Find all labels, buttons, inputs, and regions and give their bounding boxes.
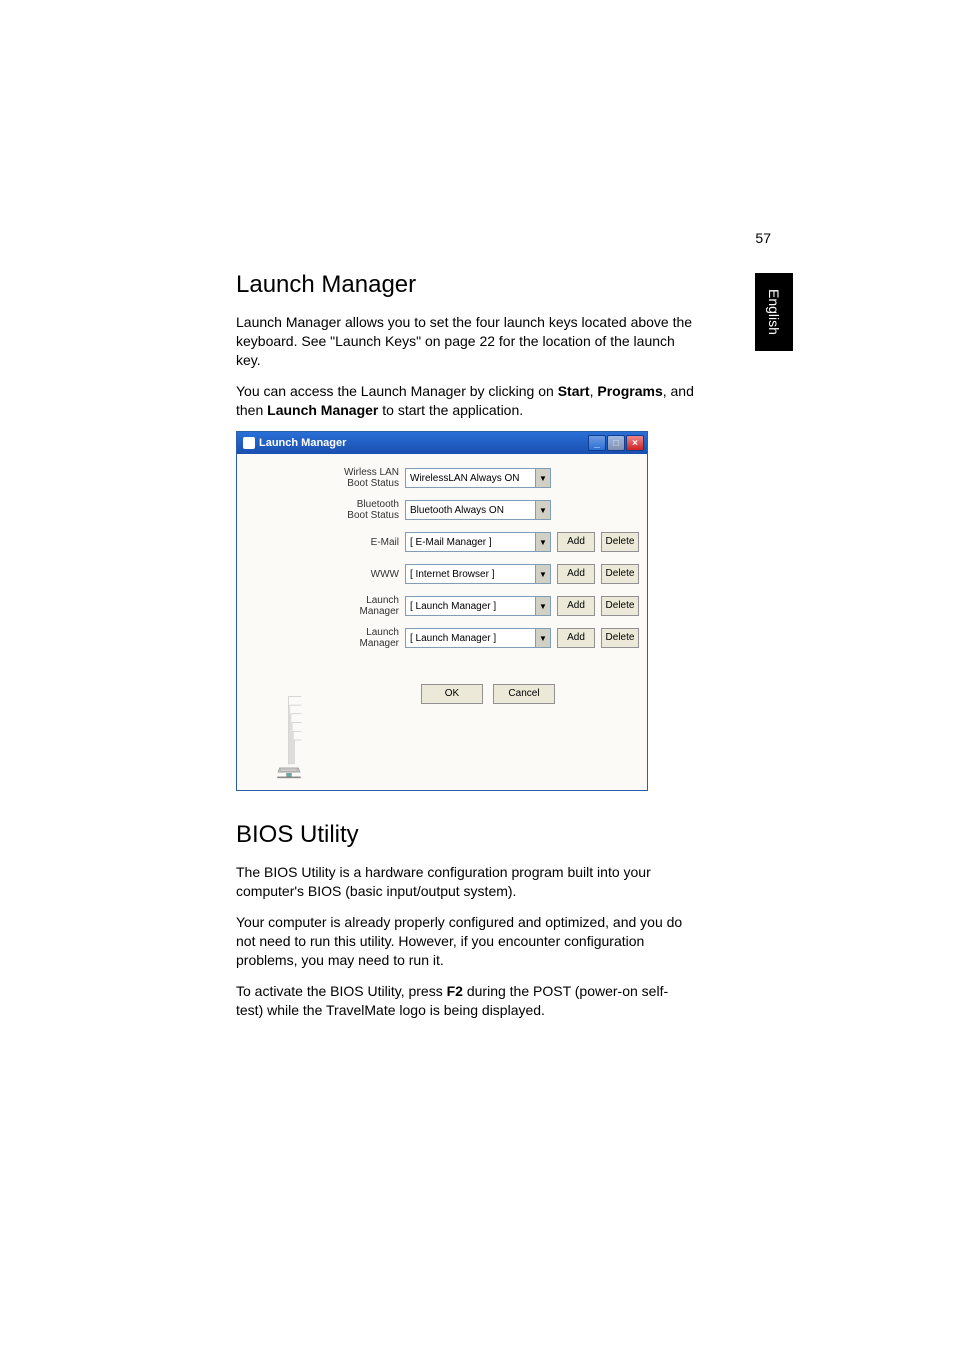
launch-manager-heading: Launch Manager xyxy=(236,271,694,299)
launch-2-combo[interactable]: [ Launch Manager ] ▼ xyxy=(405,628,551,648)
row-email: E-Mail [ E-Mail Manager ] ▼ Add Delete xyxy=(337,526,639,558)
bios-paragraph-3: To activate the BIOS Utility, press F2 d… xyxy=(236,982,694,1020)
chevron-down-icon: ▼ xyxy=(535,629,550,647)
launch-1-add-button[interactable]: Add xyxy=(557,596,595,616)
launch-1-combo[interactable]: [ Launch Manager ] ▼ xyxy=(405,596,551,616)
bios-utility-heading: BIOS Utility xyxy=(236,821,694,849)
minimize-icon: _ xyxy=(594,438,600,449)
combo-value: [ E-Mail Manager ] xyxy=(410,537,492,548)
window-title: Launch Manager xyxy=(243,437,346,449)
combo-value: WirelessLAN Always ON xyxy=(410,473,519,484)
bluetooth-combo[interactable]: Bluetooth Always ON ▼ xyxy=(405,500,551,520)
chevron-down-icon: ▼ xyxy=(535,565,550,583)
window-title-text: Launch Manager xyxy=(259,437,346,449)
app-icon xyxy=(243,437,255,449)
close-icon: × xyxy=(632,438,638,449)
launch-manager-text: Launch Manager xyxy=(267,402,378,418)
f2-key-text: F2 xyxy=(447,983,463,999)
www-combo[interactable]: [ Internet Browser ] ▼ xyxy=(405,564,551,584)
minimize-button[interactable]: _ xyxy=(588,435,606,451)
www-label: WWW xyxy=(337,569,399,580)
text: to start the application. xyxy=(378,402,523,418)
launch-manager-window: Launch Manager _ □ × xyxy=(236,431,648,791)
launch-manager-paragraph-1: Launch Manager allows you to set the fou… xyxy=(236,313,694,370)
wireless-lan-combo[interactable]: WirelessLAN Always ON ▼ xyxy=(405,468,551,488)
combo-value: Bluetooth Always ON xyxy=(410,505,504,516)
launch-1-delete-button[interactable]: Delete xyxy=(601,596,639,616)
laptop-illustration xyxy=(245,692,333,782)
email-delete-button[interactable]: Delete xyxy=(601,532,639,552)
maximize-button[interactable]: □ xyxy=(607,435,625,451)
chevron-down-icon: ▼ xyxy=(535,501,550,519)
close-button[interactable]: × xyxy=(626,435,644,451)
combo-value: [ Launch Manager ] xyxy=(410,601,496,612)
bios-paragraph-1: The BIOS Utility is a hardware configura… xyxy=(236,863,694,901)
row-www: WWW [ Internet Browser ] ▼ Add Delete xyxy=(337,558,639,590)
row-launch-1: Launch Manager [ Launch Manager ] ▼ Add … xyxy=(337,590,639,622)
www-delete-button[interactable]: Delete xyxy=(601,564,639,584)
launch-2-delete-button[interactable]: Delete xyxy=(601,628,639,648)
email-add-button[interactable]: Add xyxy=(557,532,595,552)
wireless-lan-label: Wirless LAN Boot Status xyxy=(337,467,399,489)
bios-paragraph-2: Your computer is already properly config… xyxy=(236,913,694,970)
row-bluetooth: Bluetooth Boot Status Bluetooth Always O… xyxy=(337,494,639,526)
text: You can access the Launch Manager by cli… xyxy=(236,383,558,399)
start-text: Start xyxy=(558,383,590,399)
launch-manager-paragraph-2: You can access the Launch Manager by cli… xyxy=(236,382,694,420)
ok-button[interactable]: OK xyxy=(421,684,483,704)
chevron-down-icon: ▼ xyxy=(535,533,550,551)
text: To activate the BIOS Utility, press xyxy=(236,983,447,999)
language-tab: English xyxy=(755,273,793,351)
cancel-button[interactable]: Cancel xyxy=(493,684,555,704)
window-titlebar[interactable]: Launch Manager _ □ × xyxy=(237,432,647,454)
chevron-down-icon: ▼ xyxy=(535,469,550,487)
combo-value: [ Launch Manager ] xyxy=(410,633,496,644)
bluetooth-label: Bluetooth Boot Status xyxy=(337,499,399,521)
page-number: 57 xyxy=(755,230,771,246)
launch-2-label: Launch Manager xyxy=(337,627,399,649)
email-label: E-Mail xyxy=(337,537,399,548)
row-launch-2: Launch Manager [ Launch Manager ] ▼ Add … xyxy=(337,622,639,654)
chevron-down-icon: ▼ xyxy=(535,597,550,615)
maximize-icon: □ xyxy=(613,438,619,449)
programs-text: Programs xyxy=(597,383,662,399)
combo-value: [ Internet Browser ] xyxy=(410,569,494,580)
email-combo[interactable]: [ E-Mail Manager ] ▼ xyxy=(405,532,551,552)
www-add-button[interactable]: Add xyxy=(557,564,595,584)
launch-2-add-button[interactable]: Add xyxy=(557,628,595,648)
launch-1-label: Launch Manager xyxy=(337,595,399,617)
row-wireless-lan: Wirless LAN Boot Status WirelessLAN Alwa… xyxy=(337,462,639,494)
